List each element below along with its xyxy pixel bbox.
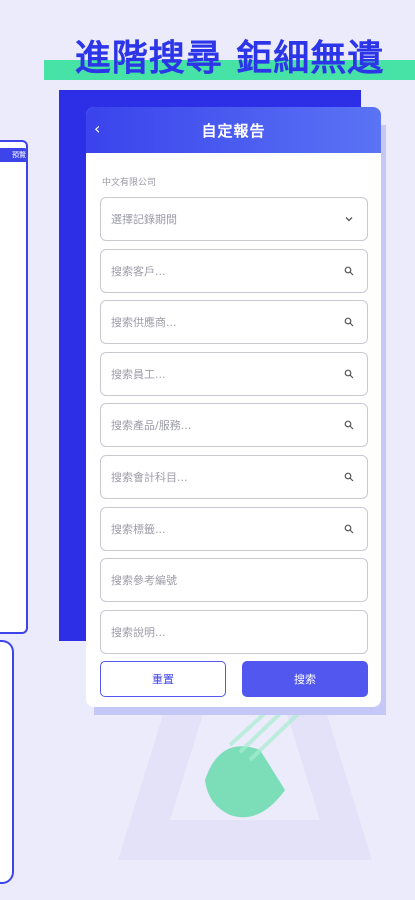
search-icon xyxy=(343,316,355,328)
customer-search-input[interactable]: 搜索客戶... xyxy=(100,248,368,293)
search-icon xyxy=(343,368,355,380)
period-select[interactable]: 選擇記錄期間 xyxy=(100,197,368,241)
search-form: 中文有限公司 選擇記錄期間 搜索客戶... 搜索供應商... 搜索員工... 搜… xyxy=(86,153,381,698)
search-icon xyxy=(343,419,355,431)
headline: 進階搜尋 鉅細無遺 xyxy=(74,38,385,79)
background-phone-tab: 預覽 xyxy=(0,148,28,162)
supplier-search-input[interactable]: 搜索供應商... xyxy=(100,300,368,345)
account-search-placeholder: 搜索會計科目... xyxy=(111,470,188,484)
employee-search-input[interactable]: 搜索員工... xyxy=(100,351,368,396)
back-icon[interactable]: ‹ xyxy=(94,121,100,137)
reset-button[interactable]: 重置 xyxy=(100,661,226,698)
employee-search-placeholder: 搜索員工... xyxy=(111,367,166,381)
reference-number-input[interactable]: 搜索參考編號 xyxy=(100,558,368,603)
reference-number-placeholder: 搜索參考編號 xyxy=(111,574,177,588)
screen-header: ‹ 自定報告 xyxy=(86,107,381,153)
period-select-placeholder: 選擇記錄期間 xyxy=(111,213,177,226)
form-actions: 重置 搜索 xyxy=(100,661,368,698)
description-search-input[interactable]: 搜索說明... xyxy=(100,609,368,654)
product-service-search-placeholder: 搜索產品/服務... xyxy=(111,419,192,433)
promo-canvas: 進階搜尋 鉅細無遺 預覽 ‹ 自定報告 中文有限公司 選擇記錄期間 搜索客戶..… xyxy=(0,0,415,900)
search-button[interactable]: 搜索 xyxy=(242,661,368,698)
chevron-down-icon xyxy=(343,213,355,225)
search-icon xyxy=(343,523,355,535)
custom-report-screen: ‹ 自定報告 中文有限公司 選擇記錄期間 搜索客戶... 搜索供應商... 搜索… xyxy=(86,107,381,707)
tag-search-input[interactable]: 搜索標籤... xyxy=(100,506,368,551)
description-search-placeholder: 搜索說明... xyxy=(111,625,166,639)
account-search-input[interactable]: 搜索會計科目... xyxy=(100,454,368,499)
supplier-search-placeholder: 搜索供應商... xyxy=(111,316,177,330)
background-phone-left-lower xyxy=(0,640,14,884)
tag-search-placeholder: 搜索標籤... xyxy=(111,522,166,536)
search-icon xyxy=(343,265,355,277)
search-icon xyxy=(343,471,355,483)
customer-search-placeholder: 搜索客戶... xyxy=(111,264,166,278)
company-name: 中文有限公司 xyxy=(102,178,157,188)
product-service-search-input[interactable]: 搜索產品/服務... xyxy=(100,403,368,448)
background-phone-left xyxy=(0,140,28,634)
screen-title: 自定報告 xyxy=(201,121,266,140)
